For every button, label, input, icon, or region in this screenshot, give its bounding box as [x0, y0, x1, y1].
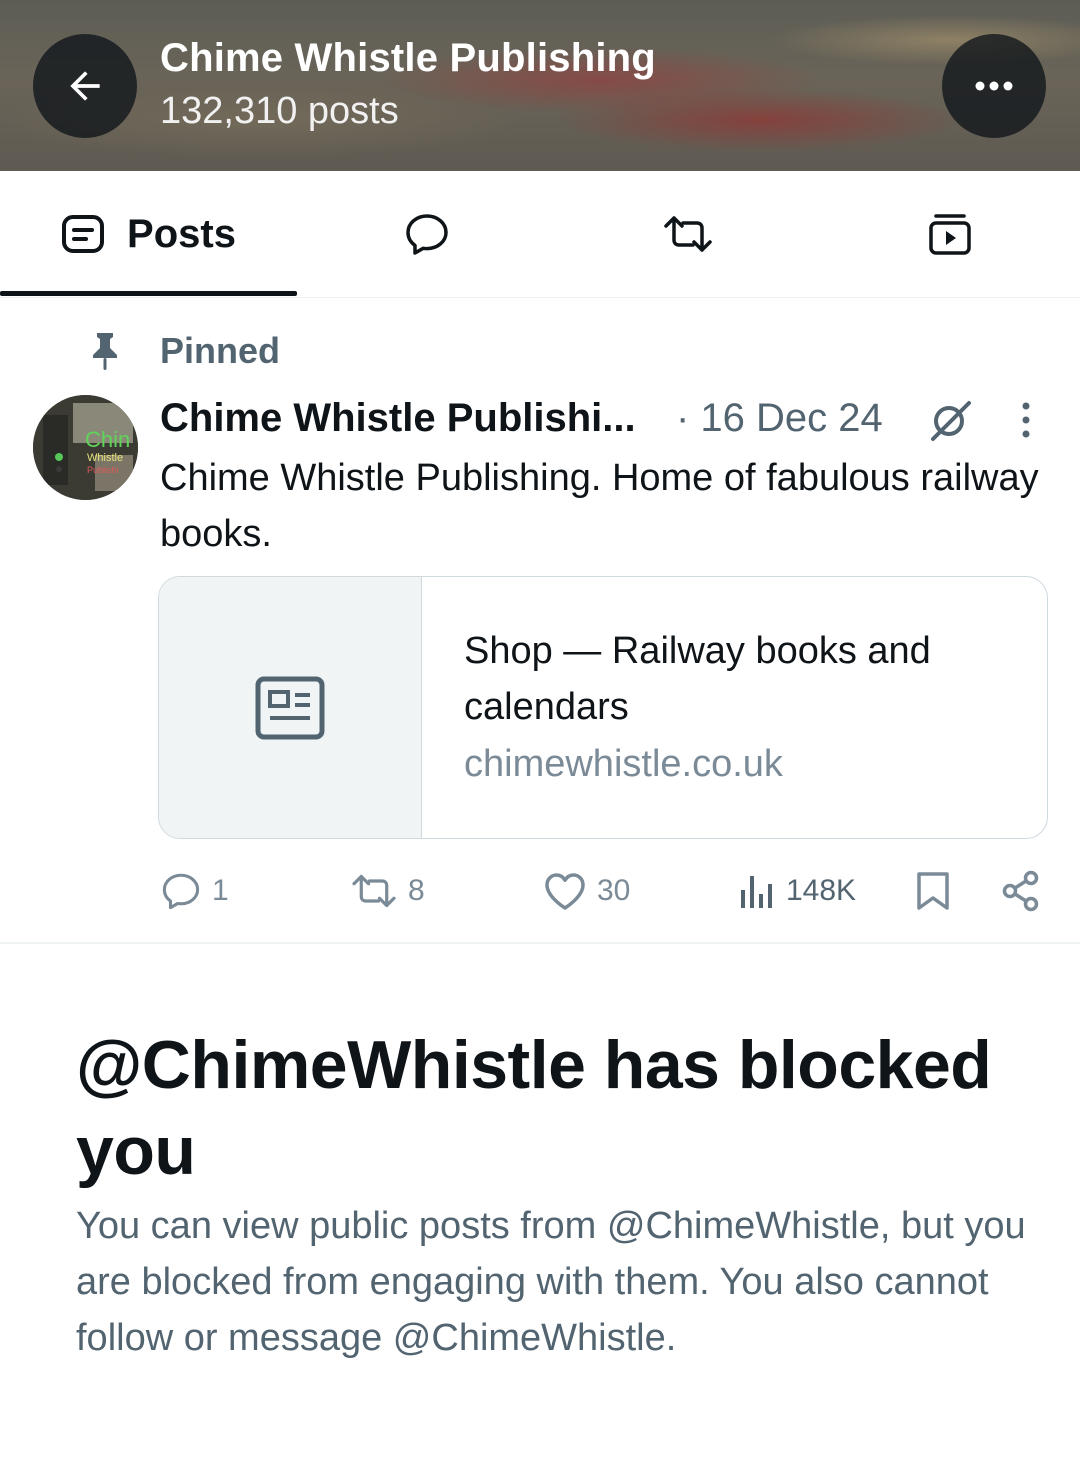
- view-count: 148K: [786, 874, 857, 907]
- profile-header: Chime Whistle Publishing 132,310 posts: [0, 0, 1080, 171]
- blocked-description: You can view public posts from @ChimeWhi…: [76, 1205, 1026, 1359]
- grok-icon[interactable]: [928, 400, 974, 447]
- link-card-thumbnail: [159, 577, 422, 838]
- avatar[interactable]: Chin Whistle Publishi: [33, 395, 138, 500]
- avatar-text-line2: Whistle: [87, 452, 123, 464]
- tab-posts-label: Posts: [127, 211, 236, 256]
- avatar-text-line1: Chin: [85, 427, 130, 452]
- post-text: Chime Whistle Publishing. Home of fabulo…: [160, 457, 1039, 555]
- blocked-title: @ChimeWhistle has blocked you: [76, 1027, 992, 1189]
- share-button[interactable]: [1000, 868, 1042, 914]
- heart-icon: [545, 873, 585, 910]
- more-vertical-icon[interactable]: [1014, 400, 1038, 445]
- like-count: 30: [597, 874, 631, 907]
- arrow-left-icon: [70, 71, 100, 101]
- share-icon: [1002, 870, 1039, 912]
- tab-media[interactable]: [819, 171, 1080, 297]
- reply-icon: [162, 873, 200, 910]
- section-divider: [0, 942, 1080, 944]
- repost-action-icon: [352, 874, 396, 908]
- tab-replies[interactable]: [297, 171, 557, 297]
- back-button[interactable]: [33, 34, 137, 138]
- pin-icon: [89, 331, 121, 376]
- pinned-label: Pinned: [160, 330, 281, 371]
- views-button[interactable]: 148K: [738, 868, 856, 914]
- active-tab-indicator: [0, 291, 297, 296]
- bookmark-icon: [917, 872, 949, 910]
- avatar-text-line3: Publishi: [87, 465, 119, 475]
- link-card-title: Shop — Railway books and calendars: [464, 630, 931, 728]
- reply-count: 1: [212, 874, 229, 907]
- more-horizontal-icon: [975, 81, 1013, 91]
- repost-icon: [664, 216, 712, 252]
- profile-tabs: Posts: [0, 171, 1080, 298]
- article-icon: [255, 676, 325, 739]
- link-card-domain: chimewhistle.co.uk: [464, 743, 783, 785]
- link-card[interactable]: Shop — Railway books and calendars chime…: [158, 576, 1048, 839]
- tab-posts[interactable]: Posts: [0, 171, 297, 297]
- like-button[interactable]: 30: [543, 868, 630, 914]
- repost-button[interactable]: 8: [350, 868, 425, 914]
- reply-button[interactable]: 1: [160, 868, 229, 914]
- more-button[interactable]: [942, 34, 1046, 138]
- tab-reposts[interactable]: [557, 171, 819, 297]
- post-date[interactable]: · 16 Dec 24: [676, 396, 883, 441]
- media-play-icon: [928, 214, 971, 255]
- post-author-name[interactable]: Chime Whistle Publishi...: [160, 396, 636, 441]
- analytics-icon: [741, 876, 772, 908]
- profile-name: Chime Whistle Publishing: [160, 36, 656, 80]
- bookmark-button[interactable]: [914, 868, 952, 914]
- posts-icon: [62, 215, 105, 253]
- post-count: 132,310 posts: [160, 90, 399, 132]
- repost-count: 8: [408, 874, 425, 907]
- reply-bubble-icon: [406, 214, 448, 255]
